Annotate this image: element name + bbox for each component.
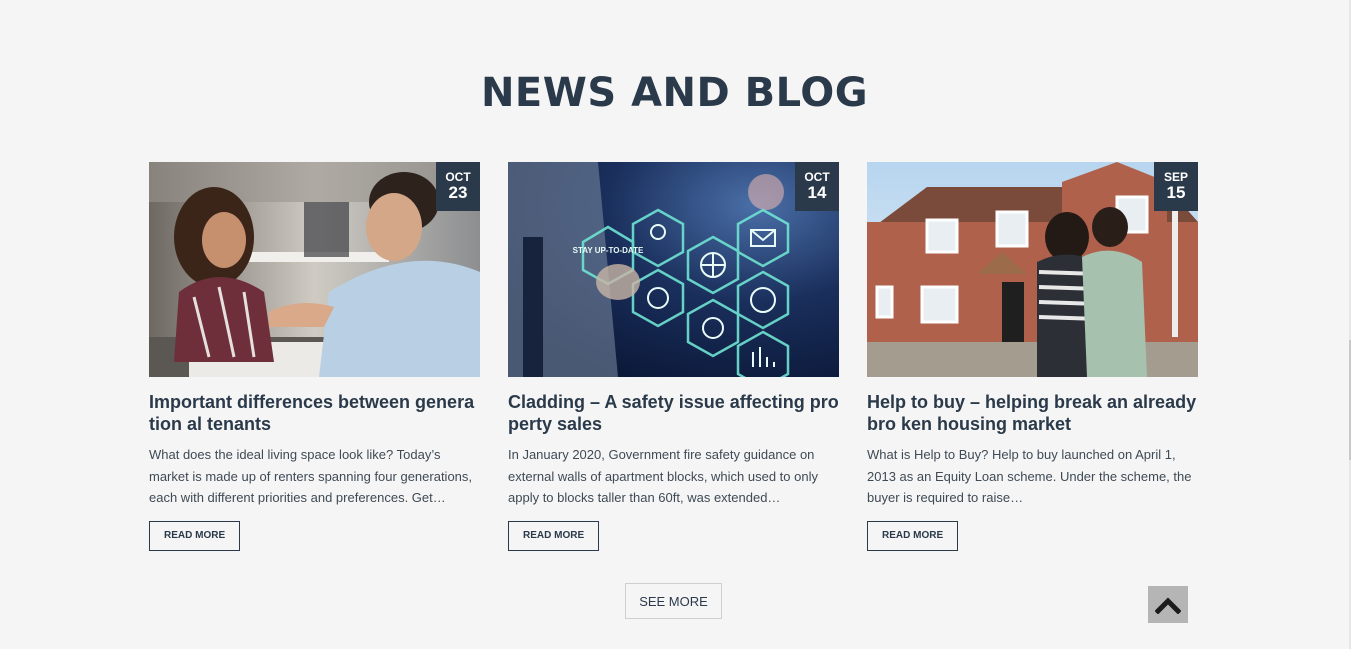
blog-card: OCT 23 Important differences between gen… xyxy=(149,162,480,551)
post-title[interactable]: Important differences between generation… xyxy=(149,391,480,435)
blog-cards: OCT 23 Important differences between gen… xyxy=(149,162,1198,551)
post-date-badge: SEP 15 xyxy=(1154,162,1198,211)
post-date-badge: OCT 23 xyxy=(436,162,480,211)
post-date-day: 23 xyxy=(448,183,468,202)
stay-up-to-date-text: STAY UP-TO-DATE xyxy=(573,246,644,255)
blog-card-image[interactable]: STAY UP-TO-DATE OCT 14 xyxy=(508,162,839,377)
blog-card-image[interactable]: OCT 23 xyxy=(149,162,480,377)
section-title: NEWS AND BLOG xyxy=(480,70,869,116)
handshake-office-photo xyxy=(149,162,480,377)
post-excerpt: What does the ideal living space look li… xyxy=(149,447,473,505)
post-title[interactable]: Cladding – A safety issue affecting prop… xyxy=(508,391,839,435)
digital-hexagon-icons-photo: STAY UP-TO-DATE xyxy=(508,162,839,377)
post-excerpt: In January 2020, Government fire safety … xyxy=(508,447,818,505)
post-date-day: 15 xyxy=(1166,183,1186,202)
post-date-month: SEP xyxy=(1163,170,1188,184)
blog-card-image[interactable]: SEP 15 xyxy=(867,162,1198,377)
blog-card: SEP 15 Help to buy – helping break an al… xyxy=(867,162,1198,551)
chevron-up-icon xyxy=(1155,596,1181,614)
read-more-button[interactable]: READ MORE xyxy=(508,520,600,551)
blog-card: STAY UP-TO-DATE OCT 14 Cladding – A safe… xyxy=(508,162,839,551)
post-title[interactable]: Help to buy – helping break an already b… xyxy=(867,391,1198,435)
post-date-badge: OCT 14 xyxy=(795,162,839,211)
post-date-day: 14 xyxy=(807,183,827,202)
post-excerpt: What is Help to Buy? Help to buy launche… xyxy=(867,447,1192,505)
read-more-button[interactable]: READ MORE xyxy=(867,520,959,551)
post-date-month: OCT xyxy=(445,170,471,184)
back-to-top-button[interactable] xyxy=(1148,586,1188,623)
couple-new-house-photo xyxy=(867,162,1198,377)
post-date-month: OCT xyxy=(804,170,830,184)
see-more-button[interactable]: SEE MORE xyxy=(625,583,722,619)
read-more-button[interactable]: READ MORE xyxy=(149,520,241,551)
